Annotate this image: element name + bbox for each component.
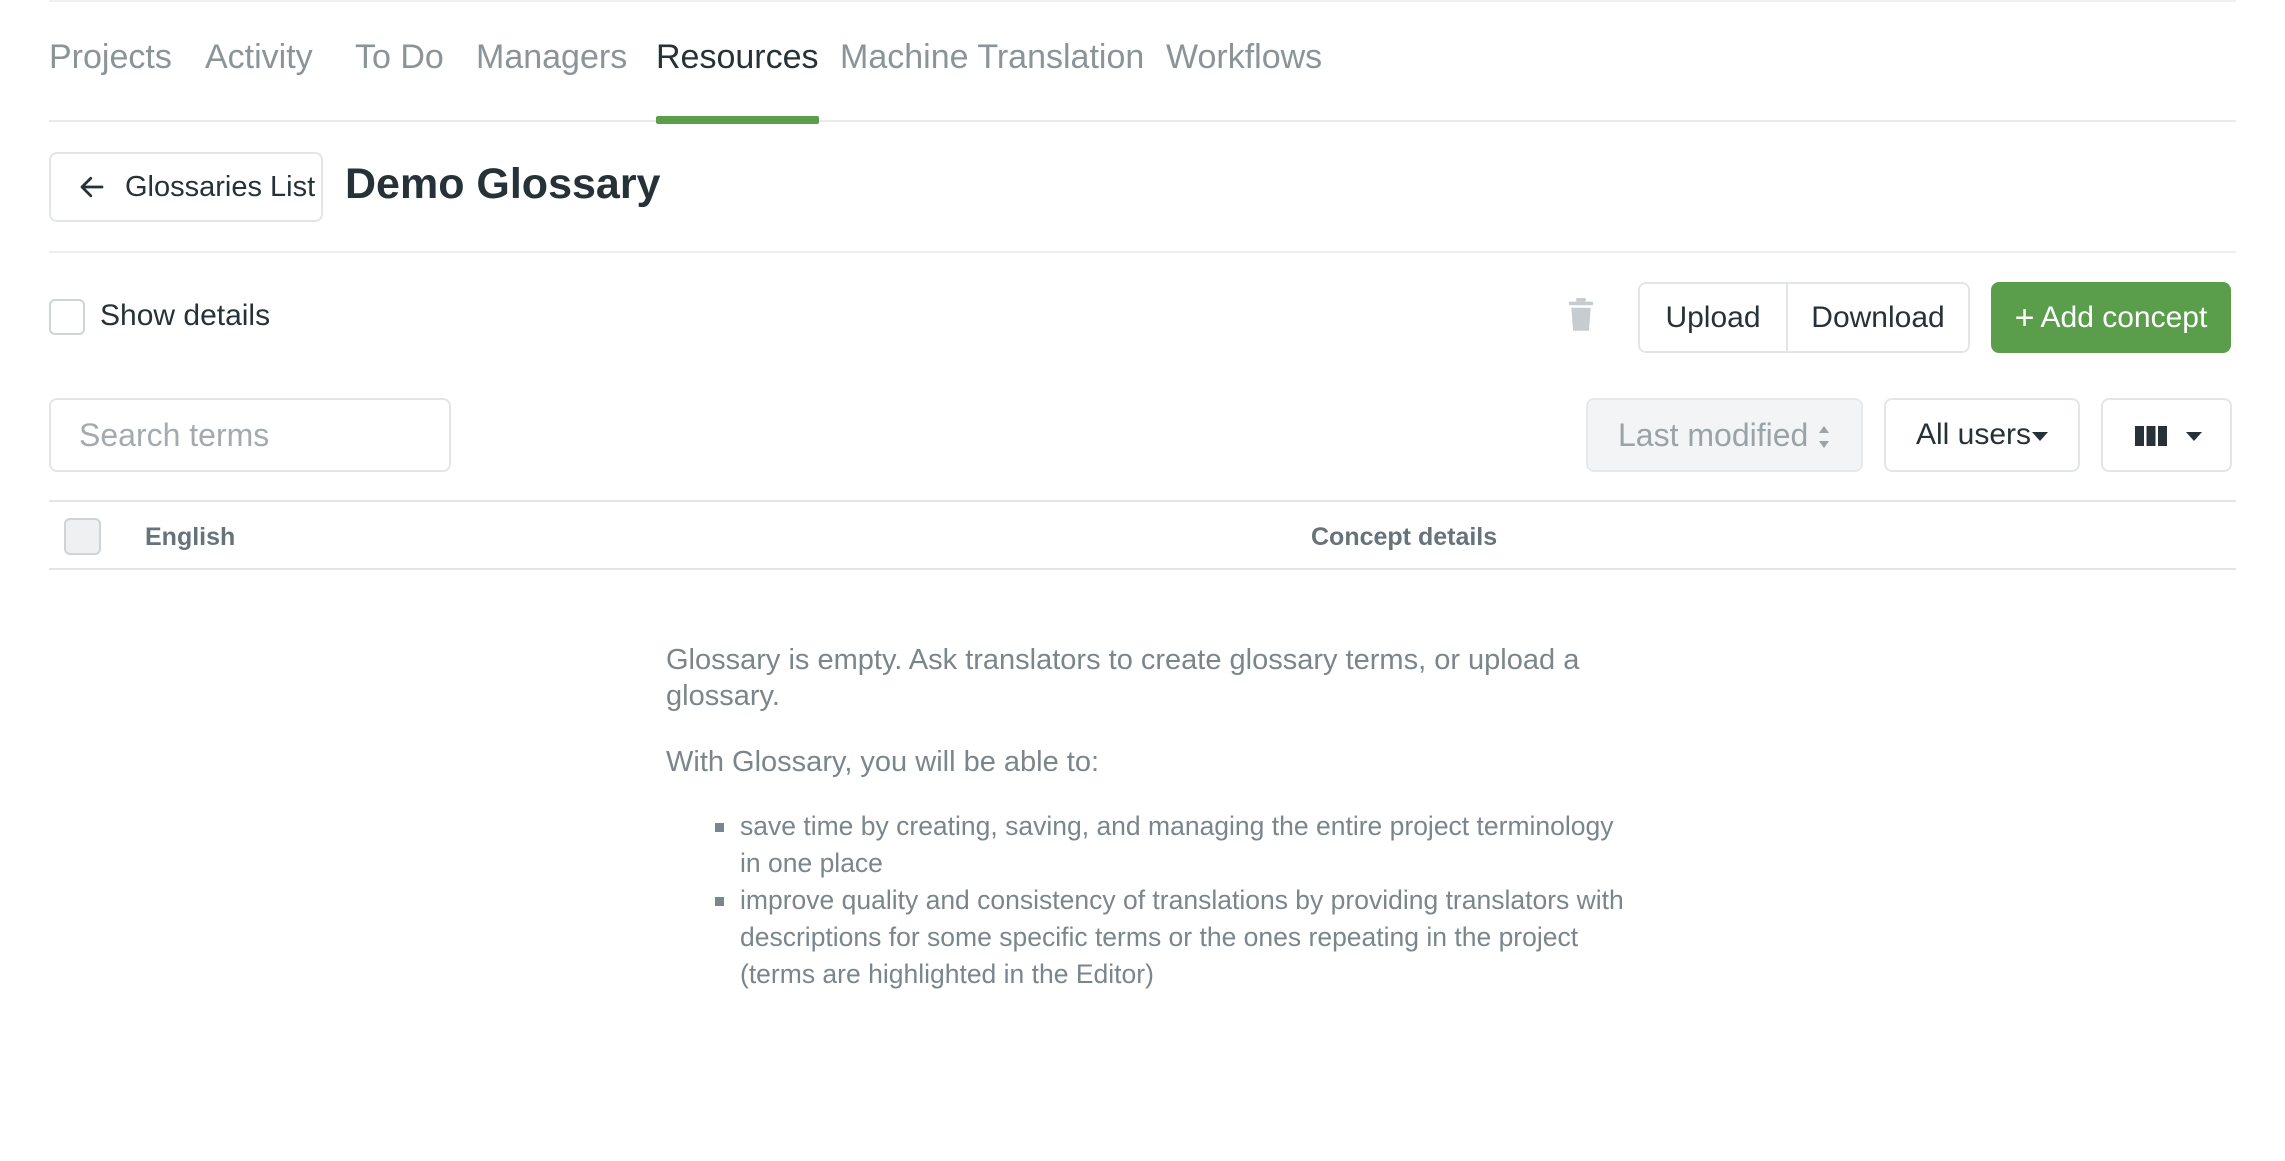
- benefits-list: save time by creating, saving, and manag…: [666, 808, 1626, 993]
- header-divider: [49, 251, 2236, 253]
- back-button-label: Glossaries List: [125, 170, 316, 203]
- users-filter-dropdown[interactable]: All users: [1884, 398, 2080, 472]
- show-details-label[interactable]: Show details: [100, 299, 270, 333]
- empty-message: Glossary is empty. Ask translators to cr…: [666, 644, 1580, 712]
- upload-download-group: Upload Download: [1638, 282, 1970, 353]
- columns-dropdown[interactable]: [2101, 398, 2232, 472]
- empty-intro: With Glossary, you will be able to:: [666, 746, 1100, 778]
- trash-icon[interactable]: [1566, 298, 1596, 332]
- column-header-concept-details: Concept details: [1311, 523, 1498, 551]
- plus-icon: +: [2014, 298, 2035, 337]
- show-details-checkbox[interactable]: [49, 299, 85, 335]
- glossaries-list-back-button[interactable]: Glossaries List: [49, 152, 323, 222]
- users-filter-label: All users: [1916, 418, 2032, 451]
- tab-managers[interactable]: Managers: [476, 38, 627, 122]
- add-concept-label: Add concept: [2040, 300, 2208, 334]
- search-terms-input[interactable]: [49, 398, 451, 472]
- upload-button[interactable]: Upload: [1640, 284, 1788, 351]
- arrow-left-icon: [80, 176, 104, 198]
- page: Projects Activity To Do Managers Resourc…: [0, 0, 2285, 1161]
- download-button[interactable]: Download: [1788, 284, 1968, 351]
- columns-icon: [2135, 426, 2167, 446]
- sort-label: Last modified: [1618, 416, 1809, 453]
- table-header: English Concept details: [49, 500, 2236, 570]
- add-concept-button[interactable]: + Add concept: [1991, 282, 2231, 353]
- list-item: improve quality and consistency of trans…: [715, 882, 1626, 993]
- select-all-checkbox[interactable]: [64, 518, 101, 555]
- column-header-english[interactable]: English: [145, 523, 235, 552]
- main-tabs: Projects Activity To Do Managers Resourc…: [49, 0, 2236, 124]
- tab-activity[interactable]: Activity: [205, 38, 313, 122]
- tab-projects[interactable]: Projects: [49, 38, 172, 122]
- list-item: save time by creating, saving, and manag…: [715, 808, 1626, 882]
- chevron-down-icon: [2186, 432, 2202, 441]
- empty-state: Glossary is empty. Ask translators to cr…: [666, 642, 1626, 993]
- tab-resources[interactable]: Resources: [656, 38, 819, 124]
- tab-machine-translation[interactable]: Machine Translation: [840, 38, 1144, 122]
- page-title: Demo Glossary: [345, 160, 661, 208]
- sort-updown-icon: [1819, 426, 1829, 448]
- sort-select[interactable]: Last modified: [1586, 398, 1863, 472]
- tab-workflows[interactable]: Workflows: [1166, 38, 1322, 122]
- tab-to-do[interactable]: To Do: [355, 38, 444, 122]
- chevron-down-icon: [2032, 432, 2048, 441]
